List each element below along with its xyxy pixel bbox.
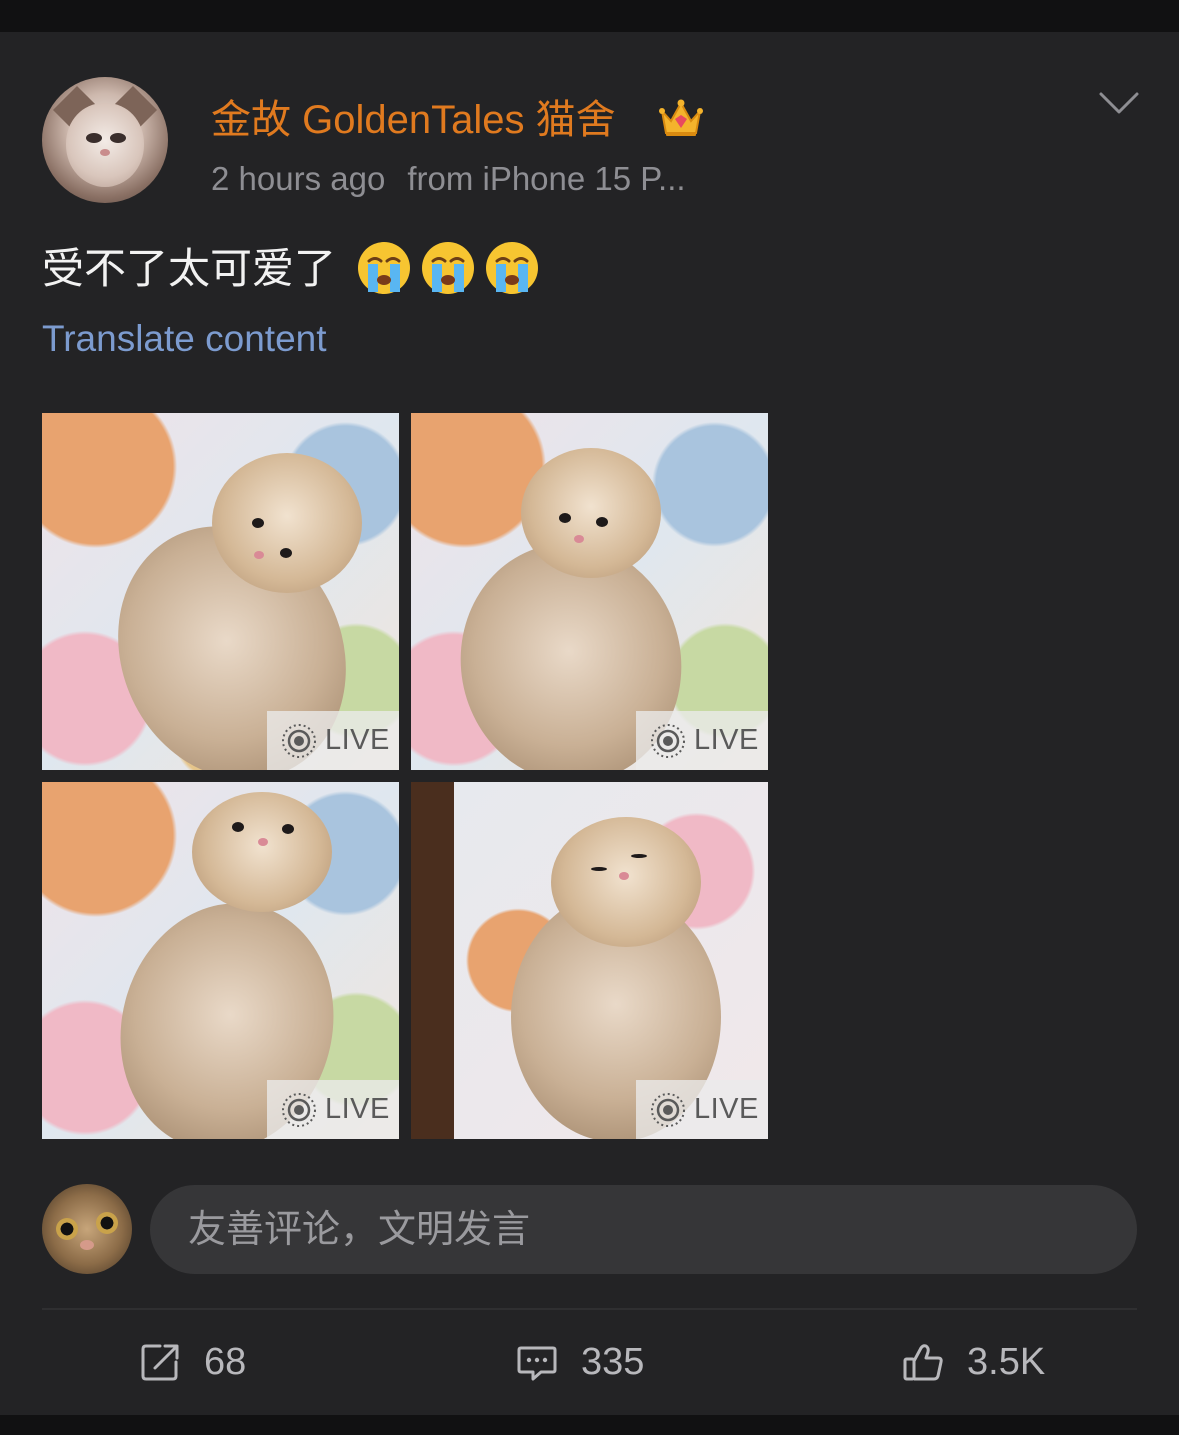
avatar-eye bbox=[56, 1218, 78, 1240]
kitten-nose bbox=[619, 872, 629, 880]
live-label: LIVE bbox=[325, 1093, 390, 1125]
kitten-eye bbox=[596, 517, 608, 527]
kitten-head bbox=[212, 453, 362, 593]
kitten-head bbox=[192, 792, 332, 912]
kitten-eye bbox=[591, 867, 607, 871]
author-avatar[interactable] bbox=[42, 77, 168, 203]
post-meta: 2 hours ago from iPhone 15 P... bbox=[211, 158, 686, 200]
avatar-eye bbox=[96, 1212, 118, 1234]
live-badge: LIVE bbox=[636, 711, 768, 770]
kitten-eye bbox=[232, 822, 244, 832]
chevron-down-icon[interactable] bbox=[1098, 88, 1140, 118]
avatar-nose bbox=[80, 1240, 94, 1250]
like-count: 3.5K bbox=[967, 1340, 1046, 1383]
comment-icon bbox=[517, 1346, 557, 1381]
crown-icon bbox=[659, 99, 703, 136]
live-badge: LIVE bbox=[267, 1080, 399, 1139]
author-name[interactable]: 金故 GoldenTales 猫舍 bbox=[211, 96, 616, 144]
live-badge: LIVE bbox=[636, 1080, 768, 1139]
live-photo-icon bbox=[651, 723, 685, 758]
live-label: LIVE bbox=[694, 724, 759, 756]
comment-box[interactable] bbox=[150, 1185, 1137, 1276]
kitten-head bbox=[521, 448, 661, 578]
photo-grid: LIVE LIVE LIVE LIVE bbox=[42, 413, 768, 1139]
repost-count: 68 bbox=[204, 1340, 247, 1383]
crying-emoji-icon bbox=[357, 241, 410, 294]
repost-button[interactable]: 68 bbox=[138, 1336, 246, 1388]
post-time: 2 hours ago bbox=[211, 160, 386, 197]
kitten-eye bbox=[280, 548, 292, 558]
kitten-eye bbox=[252, 518, 264, 528]
top-bar bbox=[0, 0, 1179, 32]
live-label: LIVE bbox=[325, 724, 390, 756]
avatar-face bbox=[66, 103, 144, 187]
live-photo-icon bbox=[651, 1092, 685, 1127]
live-photo-icon bbox=[282, 723, 316, 758]
photo-thumbnail[interactable]: LIVE bbox=[411, 782, 768, 1139]
photo-thumbnail[interactable]: LIVE bbox=[42, 782, 399, 1139]
kitten-nose bbox=[254, 551, 264, 559]
kitten-eye bbox=[559, 513, 571, 523]
avatar-eye bbox=[110, 133, 126, 143]
kitten-nose bbox=[574, 535, 584, 543]
comment-input[interactable] bbox=[186, 1185, 1110, 1276]
kitten-eye bbox=[282, 824, 294, 834]
bottom-bar bbox=[0, 1415, 1179, 1435]
avatar-eye bbox=[86, 133, 102, 143]
kitten-eye bbox=[631, 854, 647, 858]
photo-thumbnail[interactable]: LIVE bbox=[411, 413, 768, 770]
post-text-body: 受不了太可爱了 bbox=[42, 245, 337, 292]
kitten-head bbox=[551, 817, 701, 947]
like-button[interactable]: 3.5K bbox=[901, 1336, 1045, 1388]
comment-count: 335 bbox=[581, 1340, 645, 1383]
divider bbox=[42, 1308, 1137, 1310]
crying-emoji-icon bbox=[485, 241, 538, 294]
share-icon bbox=[141, 1344, 179, 1381]
thumbs-up-icon bbox=[903, 1344, 943, 1381]
post-source: from iPhone 15 P... bbox=[407, 160, 686, 197]
live-photo-icon bbox=[282, 1092, 316, 1127]
post-text: 受不了太可爱了 bbox=[42, 240, 540, 300]
live-badge: LIVE bbox=[267, 711, 399, 770]
live-label: LIVE bbox=[694, 1093, 759, 1125]
crying-emoji-icon bbox=[421, 241, 474, 294]
comment-button[interactable]: 335 bbox=[515, 1336, 644, 1388]
kitten-nose bbox=[258, 838, 268, 846]
avatar-nose bbox=[100, 149, 110, 156]
translate-link[interactable]: Translate content bbox=[42, 316, 327, 362]
my-avatar[interactable] bbox=[42, 1184, 132, 1274]
photo-thumbnail[interactable]: LIVE bbox=[42, 413, 399, 770]
